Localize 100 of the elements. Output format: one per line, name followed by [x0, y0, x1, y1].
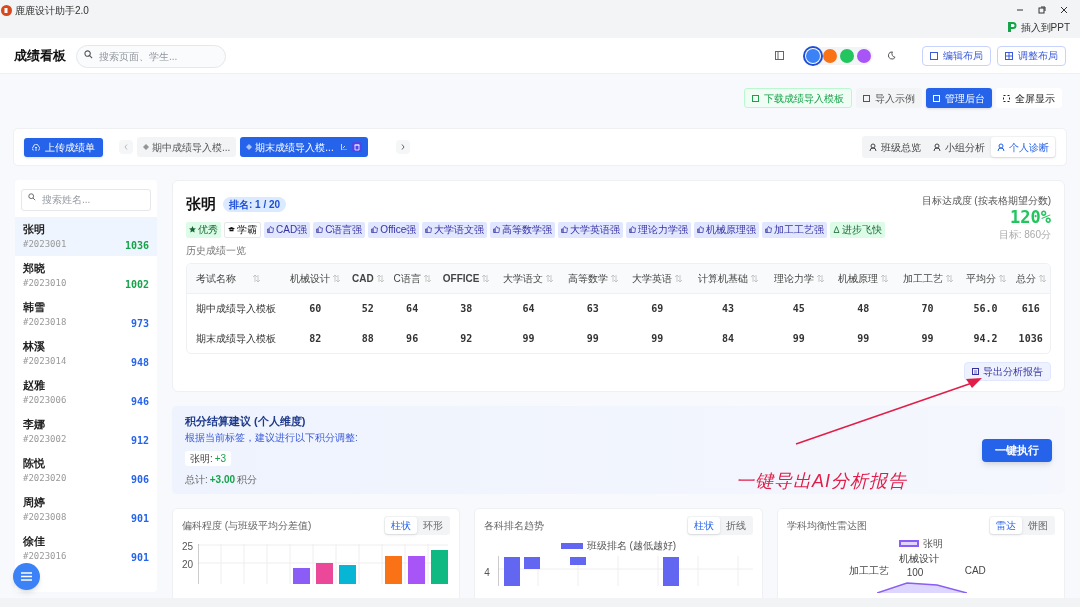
theme-color-swatch[interactable]	[840, 48, 854, 63]
sidebar-toggle-icon[interactable]	[775, 51, 784, 60]
sort-icon[interactable]	[333, 274, 341, 282]
table-cell-text: 82	[308, 331, 323, 346]
sort-icon[interactable]	[881, 274, 889, 282]
student-item[interactable]: 周婷 #2023008 901	[15, 489, 157, 529]
chart-type-toggle[interactable]: 环形	[417, 517, 450, 534]
sort-icon[interactable]	[610, 274, 618, 282]
column-header[interactable]: OFFICE	[442, 270, 480, 286]
action-button[interactable]: 全屏显示	[996, 88, 1062, 108]
dark-mode-icon[interactable]	[887, 51, 896, 60]
theme-color-swatch[interactable]	[806, 48, 820, 63]
view-tab[interactable]: 小组分析	[927, 137, 991, 157]
sort-icon[interactable]	[423, 274, 431, 282]
chart-type-toggle[interactable]: 雷达	[990, 517, 1022, 534]
scroll-right-button[interactable]	[395, 140, 410, 154]
column-header[interactable]: 理论力学	[773, 270, 814, 286]
chart-type-toggle[interactable]: 饼图	[1022, 517, 1054, 534]
column-header[interactable]: 平均分	[965, 270, 996, 286]
student-id: #2023016	[23, 550, 67, 564]
table-cell-text: 期末成绩导入模板	[195, 331, 277, 346]
view-tab[interactable]: 班级总览	[863, 137, 927, 157]
table-cell-text: 99	[791, 331, 806, 346]
suggestion-title: 积分结算建议 (个人维度)	[185, 413, 307, 429]
legend-swatch	[898, 540, 919, 547]
upload-button[interactable]: 上传成绩单	[24, 137, 103, 157]
student-item[interactable]: 李娜 #2023002 912	[15, 411, 157, 451]
star-icon	[189, 226, 196, 233]
column-header[interactable]: 考试名称	[196, 270, 236, 286]
sort-icon[interactable]	[253, 274, 260, 282]
exam-tab[interactable]: 期中成绩导入模...	[137, 137, 237, 157]
history-title: 历史成绩一览	[186, 244, 247, 258]
fullscreen-icon	[1003, 94, 1010, 102]
column-header[interactable]: 加工工艺	[902, 270, 943, 286]
minimize-icon[interactable]	[1016, 6, 1024, 14]
table-cell: 38	[436, 293, 497, 323]
action-button[interactable]: 导入示例	[856, 88, 922, 108]
tag-badge: C语言强	[313, 221, 366, 238]
student-id: #2023002	[23, 433, 67, 447]
exam-tab[interactable]: 期末成绩导入模...	[240, 137, 368, 157]
chart-type-toggle[interactable]: 折线	[719, 517, 752, 534]
scroll-left-button[interactable]	[119, 140, 133, 154]
student-name: 周婷	[23, 494, 46, 509]
column-header[interactable]: C语言	[393, 270, 421, 286]
student-item[interactable]: 韩雪 #2023018 973	[15, 294, 157, 334]
theme-color-swatch[interactable]	[823, 48, 837, 63]
action-button[interactable]: 管理后台	[926, 88, 992, 108]
column-header[interactable]: 计算机基础	[698, 270, 748, 286]
column-header[interactable]: 大学英语	[632, 270, 673, 286]
theme-color-swatch[interactable]	[857, 48, 871, 63]
table-cell-text: 88	[360, 331, 375, 346]
axis-tick-label: 25	[182, 540, 195, 554]
column-header[interactable]: CAD	[351, 270, 374, 286]
export-report-button[interactable]: 导出分析报告	[964, 362, 1051, 381]
name-search-field[interactable]: 搜索姓名...	[21, 188, 151, 211]
layout-button[interactable]: 调整布局	[997, 45, 1066, 66]
column-header[interactable]: 机械设计	[290, 270, 331, 286]
column-header[interactable]: 总分	[1015, 270, 1036, 286]
view-tab[interactable]: 个人诊断	[991, 137, 1055, 157]
chart-type-toggle[interactable]: 柱状	[687, 517, 720, 534]
student-item[interactable]: 陈悦 #2023020 906	[15, 450, 157, 490]
legend-label: 张明	[922, 537, 943, 551]
student-item[interactable]: 郑晓 #2023010 1002	[15, 255, 157, 295]
sort-icon[interactable]	[675, 274, 683, 282]
chart-title: 学科均衡性雷达图	[786, 519, 867, 533]
column-header[interactable]: 高等数学	[567, 270, 608, 286]
student-item[interactable]: 张明 #2023001 1036	[15, 216, 157, 256]
close-icon[interactable]	[1060, 6, 1068, 14]
student-item[interactable]: 赵雅 #2023006 946	[15, 372, 157, 412]
restore-icon[interactable]	[1038, 6, 1046, 14]
sort-icon[interactable]	[816, 274, 824, 282]
sort-icon[interactable]	[482, 274, 490, 282]
sort-icon[interactable]	[998, 274, 1006, 282]
student-item[interactable]: 林溪 #2023014 948	[15, 333, 157, 373]
search-field[interactable]: 搜索页面、学生...	[76, 45, 226, 68]
column-header[interactable]: 大学语文	[503, 270, 544, 286]
table-cell-text: 99	[585, 331, 600, 346]
legend-swatch	[560, 542, 583, 549]
insert-ppt-button[interactable]: 插入到PPT	[1005, 19, 1070, 35]
column-header[interactable]: 机械原理	[838, 270, 879, 286]
chip-name: 张明:	[190, 452, 213, 467]
axis-tick-label: 4	[484, 567, 490, 578]
student-item[interactable]: 徐佳 #2023016 901	[15, 528, 157, 568]
sort-icon[interactable]	[751, 274, 758, 282]
execute-button[interactable]: 一键执行	[982, 438, 1052, 462]
student-name: 韩雪	[23, 299, 46, 314]
table-cell: 48	[831, 293, 896, 323]
chart-type-toggle[interactable]: 柱状	[385, 517, 418, 534]
sort-icon[interactable]	[945, 274, 953, 282]
table-cell-text: 1036	[1017, 331, 1044, 346]
table-cell: 616	[1011, 293, 1050, 323]
person-icon	[997, 143, 1005, 151]
student-id: #2023001	[23, 238, 67, 252]
axis-label: CAD	[964, 564, 986, 578]
student-score: 1036	[124, 238, 149, 253]
layout-button[interactable]: 编辑布局	[922, 45, 991, 66]
sort-icon[interactable]	[376, 274, 384, 282]
chart-title: 偏科程度 (与班级平均分差值)	[182, 519, 312, 533]
sort-icon[interactable]	[546, 274, 554, 282]
sort-icon[interactable]	[1038, 274, 1046, 282]
